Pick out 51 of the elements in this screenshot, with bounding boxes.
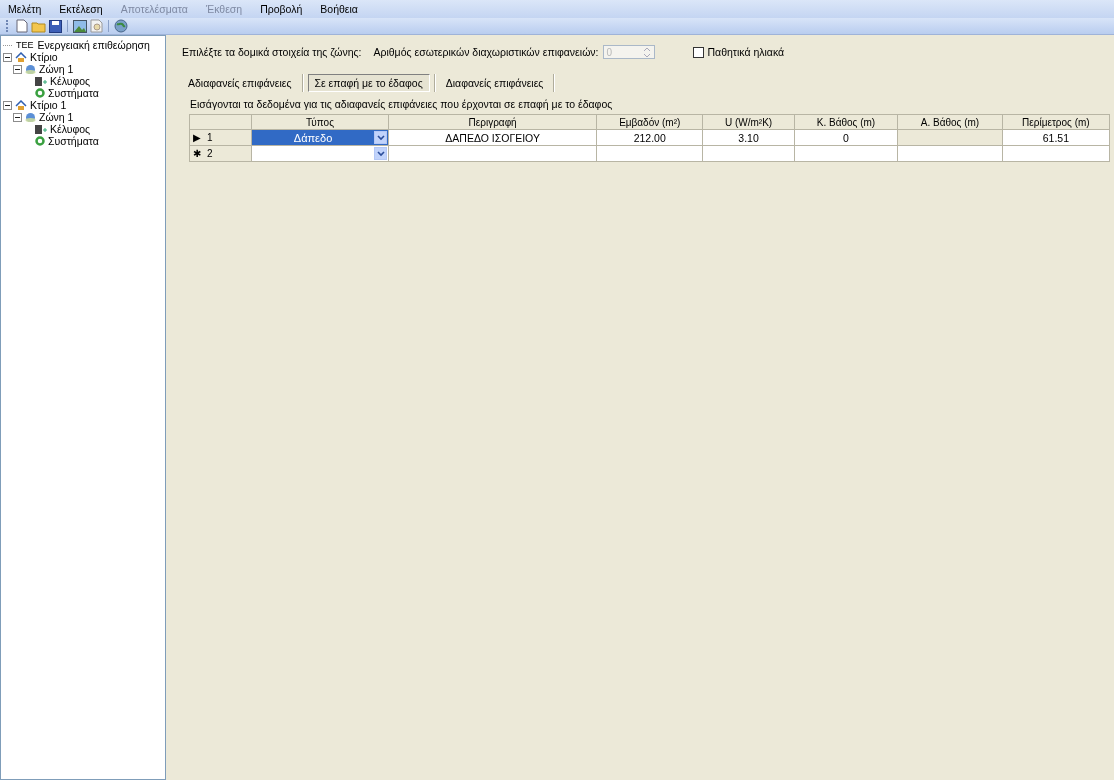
type-dropdown[interactable]: Δάπεδο (251, 130, 389, 145)
ring-icon (35, 88, 45, 98)
house-icon (15, 51, 27, 63)
sphere-icon (25, 111, 36, 123)
tree-item[interactable]: Συστήματα (48, 135, 99, 147)
image-icon[interactable] (73, 19, 87, 33)
print-preview-icon[interactable] (90, 19, 103, 33)
menu-item[interactable]: Εκτέλεση (57, 3, 105, 15)
collapse-icon[interactable] (13, 64, 22, 74)
column-header[interactable]: U (W/m²K) (702, 114, 795, 130)
menu-item[interactable]: Προβολή (258, 3, 305, 15)
collapse-icon[interactable] (13, 112, 22, 122)
passive-solar-checkbox[interactable] (692, 46, 704, 58)
zone-prompt: Επιλέξτε τα δομικά στοιχεία της ζώνης: (182, 46, 362, 58)
tree-item[interactable]: Ζώνη 1 (39, 111, 74, 123)
collapse-icon[interactable] (3, 52, 12, 62)
tab[interactable]: Σε επαφή με το έδαφος (307, 74, 430, 92)
sphere-icon (25, 63, 36, 75)
column-header[interactable]: Εμβαδόν (m²) (596, 114, 703, 130)
menu-item[interactable]: Μελέτη (6, 3, 44, 15)
row-marker: ✱ (193, 148, 201, 159)
wall-icon (35, 124, 47, 134)
tree-prefix-label: TEE (16, 40, 34, 50)
instructions-text: Εισάγονται τα δεδομένα για τις αδιαφανείς επιφάνειες που έρχονται σε επαφή με το έδαφος (190, 98, 614, 110)
column-header[interactable]: Τύπος (251, 114, 389, 130)
tree-item[interactable]: Συστήματα (48, 87, 99, 99)
passive-solar-label: Παθητικά ηλιακά (707, 46, 785, 58)
tree-item[interactable]: Ζώνη 1 (39, 63, 74, 75)
tree-item[interactable]: Κτίριο 1 (30, 99, 67, 111)
row-marker: ▶ (193, 132, 201, 143)
tab[interactable]: Αδιαφανείς επιφάνειες (182, 74, 298, 92)
collapse-icon[interactable] (3, 100, 12, 110)
save-icon[interactable] (49, 19, 62, 33)
tree-item[interactable]: Κέλυφος (50, 75, 91, 87)
menu-item[interactable]: Βοήθεια (318, 3, 360, 15)
house-icon (15, 99, 27, 111)
partitions-label: Αριθμός εσωτερικών διαχωριστικών επιφανειών: (373, 46, 599, 58)
tree-item[interactable]: Κέλυφος (50, 123, 91, 135)
new-file-icon[interactable] (16, 19, 28, 33)
column-header[interactable]: Α. Βάθος (m) (897, 114, 1003, 130)
row-number: 1 (207, 132, 213, 143)
column-header[interactable]: Περιγραφή (388, 114, 597, 130)
column-header[interactable]: Κ. Βάθος (m) (794, 114, 898, 130)
tree-item[interactable]: Κτίριο (30, 51, 58, 63)
tab[interactable]: Διαφανείς επιφάνειες (439, 74, 550, 92)
globe-icon[interactable] (114, 19, 128, 33)
tree-item[interactable]: Ενεργειακή επιθεώρηση (37, 39, 150, 51)
wall-icon (35, 76, 47, 86)
row-number: 2 (207, 148, 213, 159)
ring-icon (35, 136, 45, 146)
column-header[interactable]: Περίμετρος (m) (1002, 114, 1110, 130)
